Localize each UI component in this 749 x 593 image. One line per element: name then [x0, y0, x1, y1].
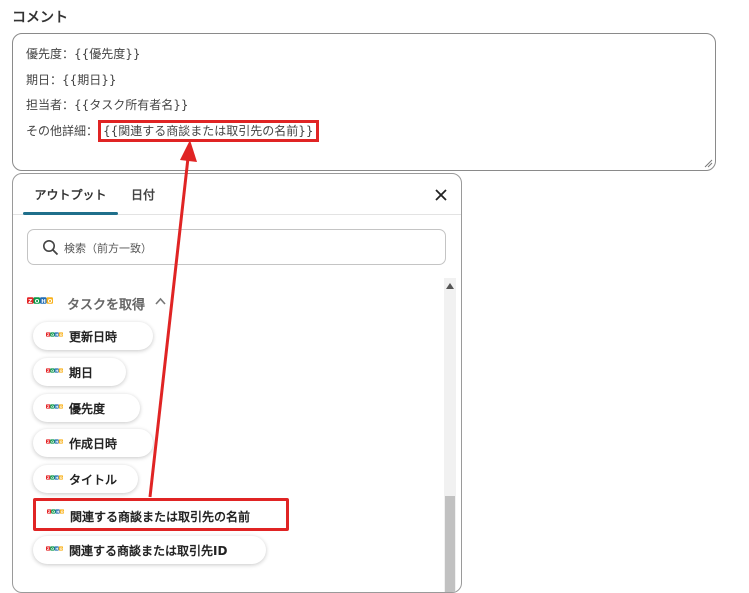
- item-label: 優先度: [69, 402, 106, 416]
- tab-bar: アウトプット 日付: [13, 174, 461, 215]
- tab-output[interactable]: アウトプット: [23, 174, 118, 215]
- output-item-created-at[interactable]: 作成日時: [33, 429, 153, 457]
- highlighted-variable: {{関連する商談または取引先の名前}}: [98, 120, 319, 143]
- item-label: 期日: [69, 366, 94, 380]
- output-item-title[interactable]: タイトル: [33, 465, 138, 493]
- zoho-logo-icon: [46, 332, 63, 337]
- active-tab-indicator: [23, 212, 118, 215]
- zoho-logo-icon: [46, 546, 63, 551]
- zoho-logo-icon: [47, 509, 64, 514]
- comment-text: 担当者：{{タスク所有者名}}: [26, 98, 189, 112]
- comment-textarea[interactable]: 優先度：{{優先度}} 期日：{{期日}} 担当者：{{タスク所有者名}} その…: [12, 33, 716, 171]
- comment-text: 優先度：{{優先度}}: [26, 47, 141, 61]
- zoho-logo-icon: [27, 297, 53, 304]
- resize-handle-icon[interactable]: [703, 158, 713, 168]
- chevron-up-icon[interactable]: [155, 297, 166, 305]
- search-icon: [43, 240, 59, 256]
- comment-line: 期日：{{期日}}: [26, 68, 702, 94]
- group-title: タスクを取得: [67, 298, 146, 313]
- scrollbar[interactable]: [444, 278, 456, 592]
- item-label: 作成日時: [69, 437, 118, 451]
- comment-line: 優先度：{{優先度}}: [26, 42, 702, 68]
- zoho-logo-icon: [46, 439, 63, 444]
- item-label: タイトル: [69, 473, 118, 487]
- scrollbar-thumb[interactable]: [445, 496, 455, 592]
- scroll-up-arrow-icon[interactable]: [446, 283, 454, 289]
- search-input[interactable]: [62, 230, 436, 266]
- item-label: 更新日時: [69, 330, 118, 344]
- section-label-comment: コメント: [12, 10, 68, 26]
- close-icon[interactable]: [433, 187, 449, 203]
- zoho-logo-icon: [46, 404, 63, 409]
- tab-label: アウトプット: [34, 188, 107, 202]
- zoho-logo-icon: [46, 475, 63, 480]
- output-item-priority[interactable]: 優先度: [33, 394, 140, 422]
- output-item-related-deal-name[interactable]: 関連する商談または取引先の名前: [33, 498, 289, 531]
- comment-text: 期日：{{期日}}: [26, 72, 117, 87]
- tab-date[interactable]: 日付: [119, 174, 167, 214]
- output-item-related-deal-id[interactable]: 関連する商談または取引先ID: [33, 536, 266, 564]
- search-box: [27, 229, 446, 266]
- item-label: 関連する商談または取引先の名前: [70, 510, 251, 524]
- output-item-due-date[interactable]: 期日: [33, 358, 126, 386]
- comment-line: その他詳細： {{関連する商談または取引先の名前}}: [26, 119, 702, 145]
- comment-text: その他詳細：: [26, 123, 99, 138]
- item-label: 関連する商談または取引先ID: [69, 544, 228, 558]
- zoho-logo-icon: [46, 368, 63, 373]
- output-item-updated-at[interactable]: 更新日時: [33, 322, 153, 350]
- comment-line: 担当者：{{タスク所有者名}}: [26, 93, 702, 119]
- tab-label: 日付: [130, 188, 155, 202]
- output-picker-panel: アウトプット 日付 タスクを取得 更新日時 期日 優先度: [12, 173, 462, 593]
